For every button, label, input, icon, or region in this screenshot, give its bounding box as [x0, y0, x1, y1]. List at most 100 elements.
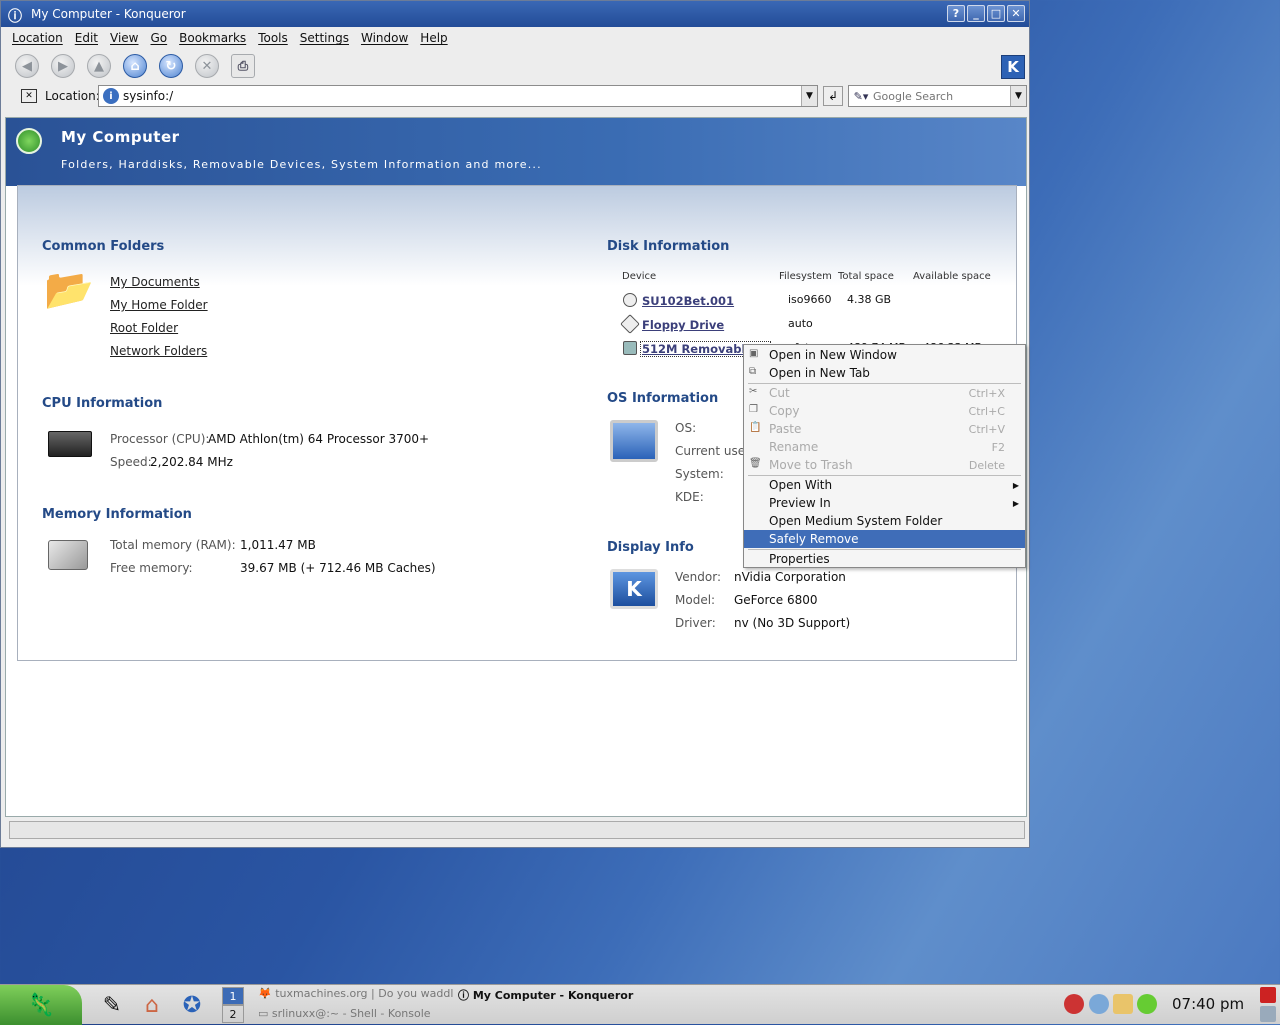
- disk-heading: Disk Information: [607, 239, 730, 254]
- search-dropdown-icon[interactable]: ▼: [1010, 86, 1026, 106]
- go-icon[interactable]: ↲: [823, 86, 843, 106]
- clock[interactable]: 07:40 pm: [1172, 995, 1244, 1013]
- menu-location[interactable]: Location: [12, 31, 63, 45]
- model-label: Model:: [675, 593, 716, 607]
- tray-klipper-icon[interactable]: [1064, 994, 1084, 1014]
- floppy-fs: auto: [788, 317, 813, 330]
- maximize-button[interactable]: □: [987, 5, 1005, 22]
- context-menu: ▣ Open in New Window ⧉ Open in New Tab ✂ Cu…: [743, 344, 1026, 568]
- home-icon[interactable]: ⌂: [123, 54, 147, 78]
- menu-go[interactable]: Go: [151, 31, 168, 45]
- title-bar[interactable]: ⓘ My Computer - Konqueror ? _ □ ✕: [1, 1, 1029, 27]
- link-root-folder[interactable]: Root Folder: [110, 321, 178, 335]
- kde-label: KDE:: [675, 490, 704, 504]
- start-menu-button[interactable]: 🦎: [0, 985, 82, 1025]
- link-home-folder[interactable]: My Home Folder: [110, 298, 208, 312]
- forward-icon[interactable]: ▶: [51, 54, 75, 78]
- taskbar: 🦎 ✎ ⌂ ✪ 1 2 🦊 tuxmachines.org | Do you w…: [0, 984, 1280, 1025]
- minimize-button[interactable]: _: [967, 5, 985, 22]
- search-box[interactable]: ✎▾ ▼: [848, 85, 1027, 107]
- task-firefox[interactable]: 🦊 tuxmachines.org | Do you waddle: [258, 987, 454, 1000]
- menu-properties[interactable]: Properties: [744, 550, 1025, 568]
- cpu-heading: CPU Information: [42, 396, 163, 411]
- location-label: Location:: [45, 89, 100, 103]
- driver-value: nv (No 3D Support): [734, 616, 851, 630]
- print-icon[interactable]: ⎙: [231, 54, 255, 78]
- close-button[interactable]: ✕: [1007, 5, 1025, 22]
- sysinfo-icon: i: [103, 88, 119, 104]
- tray-kde-icon[interactable]: [1113, 994, 1133, 1014]
- floppy-icon: [620, 314, 640, 334]
- desktop-1[interactable]: 1: [222, 987, 244, 1005]
- menu-move-to-trash: 🗑 Move to Trash Delete: [749, 458, 1005, 472]
- suse-logo-icon: [16, 128, 42, 154]
- cdrom-total: 4.38 GB: [847, 293, 892, 306]
- task-konqueror[interactable]: ⓘ My Computer - Konqueror: [458, 987, 633, 1003]
- menu-copy: ❐ Copy Ctrl+C: [749, 404, 1005, 418]
- home-folder-icon[interactable]: ⌂: [136, 989, 168, 1021]
- usb-stick-icon: [623, 341, 637, 355]
- model-value: GeForce 6800: [734, 593, 818, 607]
- system-label: System:: [675, 467, 724, 481]
- desktop-icon[interactable]: ✎: [96, 989, 128, 1021]
- submenu-arrow-icon: ▶: [1012, 480, 1019, 490]
- stop-icon[interactable]: ✕: [195, 54, 219, 78]
- menu-edit[interactable]: Edit: [75, 31, 98, 45]
- menu-help[interactable]: Help: [420, 31, 447, 45]
- reload-icon[interactable]: ↻: [159, 54, 183, 78]
- search-engine-icon[interactable]: ✎▾: [849, 90, 873, 103]
- menu-preview-in[interactable]: Preview In ▶: [744, 494, 1025, 512]
- lock-icon[interactable]: [1260, 1006, 1276, 1022]
- menu-safely-remove[interactable]: Safely Remove: [744, 530, 1025, 548]
- page-subtitle: Folders, Harddisks, Removable Devices, S…: [61, 158, 542, 171]
- logout-icon[interactable]: [1260, 987, 1276, 1003]
- kde-logo-icon: K: [1001, 55, 1025, 79]
- os-label: OS:: [675, 421, 697, 435]
- col-device: Device: [622, 271, 657, 282]
- cdrom-icon: [623, 293, 637, 307]
- vendor-label: Vendor:: [675, 570, 721, 584]
- cut-icon: ✂: [749, 386, 758, 397]
- tray-updater-icon[interactable]: [1137, 994, 1157, 1014]
- back-icon[interactable]: ◀: [15, 54, 39, 78]
- help-button[interactable]: ?: [947, 5, 965, 22]
- folder-icon: 📂: [44, 267, 94, 313]
- total-memory-value: 1,011.47 MB: [240, 538, 316, 552]
- firefox-icon: 🦊: [258, 987, 276, 1000]
- speed-label: Speed:: [110, 455, 152, 469]
- current-user-label: Current user: [675, 444, 751, 458]
- vendor-value: nVidia Corporation: [734, 570, 846, 584]
- menu-bookmarks[interactable]: Bookmarks: [179, 31, 246, 45]
- tab-icon: ⧉: [749, 366, 757, 377]
- location-input[interactable]: i sysinfo:/ ▼: [98, 85, 818, 107]
- search-input[interactable]: [873, 89, 1003, 103]
- up-icon[interactable]: ▲: [87, 54, 111, 78]
- link-my-documents[interactable]: My Documents: [110, 275, 200, 289]
- paste-icon: 📋: [749, 422, 762, 433]
- desktop-2[interactable]: 2: [222, 1005, 244, 1023]
- menu-cut: ✂ Cut Ctrl+X: [749, 386, 1005, 400]
- terminal-icon: ▭: [258, 1007, 272, 1020]
- link-network-folders[interactable]: Network Folders: [110, 344, 207, 358]
- konqueror-browser-icon[interactable]: ✪: [176, 989, 208, 1021]
- desktop-pager: 1 2: [222, 987, 244, 1023]
- cdrom-fs: iso9660: [788, 293, 832, 306]
- menu-open-medium-folder[interactable]: Open Medium System Folder: [744, 512, 1025, 530]
- menu-window[interactable]: Window: [361, 31, 408, 45]
- menu-settings[interactable]: Settings: [300, 31, 349, 45]
- tray-network-icon[interactable]: [1089, 994, 1109, 1014]
- task-konsole[interactable]: ▭ srlinuxx@:~ - Shell - Konsole: [258, 1007, 431, 1020]
- memory-heading: Memory Information: [42, 507, 192, 522]
- menu-open-new-window[interactable]: ▣ Open in New Window: [744, 346, 1025, 364]
- page-banner: My Computer Folders, Harddisks, Removabl…: [6, 118, 1026, 186]
- cpu-chip-icon: [48, 431, 92, 457]
- device-floppy[interactable]: Floppy Drive: [642, 318, 724, 332]
- clear-location-icon[interactable]: ✕: [21, 89, 37, 103]
- menu-open-with[interactable]: Open With ▶: [744, 476, 1025, 494]
- menu-tools[interactable]: Tools: [258, 31, 288, 45]
- menu-open-new-tab[interactable]: ⧉ Open in New Tab: [744, 364, 1025, 382]
- device-cdrom[interactable]: SU102Bet.001: [642, 294, 734, 308]
- menu-view[interactable]: View: [110, 31, 138, 45]
- location-dropdown-icon[interactable]: ▼: [801, 86, 817, 106]
- menu-rename: Rename F2: [769, 440, 1005, 454]
